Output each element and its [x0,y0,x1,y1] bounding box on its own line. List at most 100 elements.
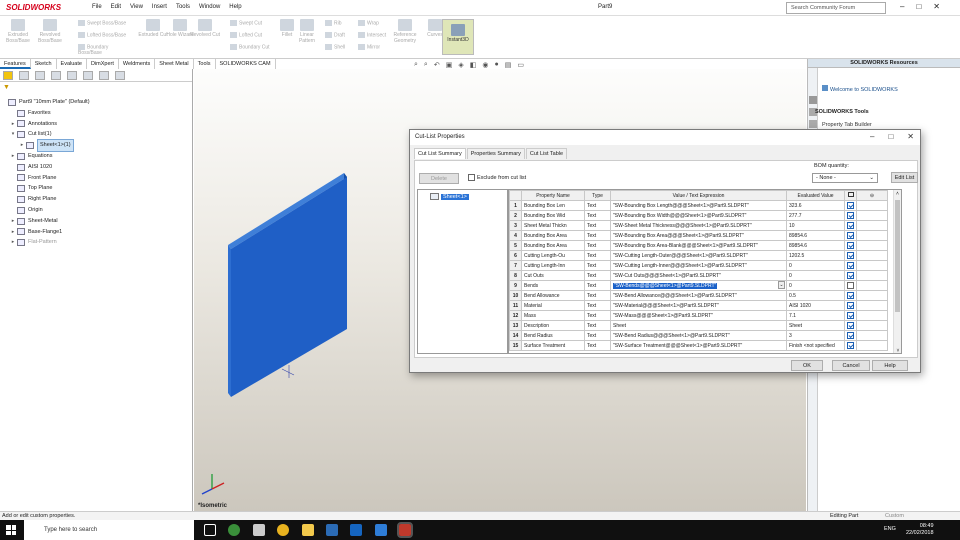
task-view-icon[interactable] [204,524,216,536]
value-cell[interactable]: "SW-Bend Allowance@@@Sheet<1>@Part9.SLDP… [610,290,787,301]
bom-checkbox[interactable] [847,232,854,239]
menu-tools[interactable]: Tools [176,4,190,10]
type-cell[interactable]: Text [584,250,611,261]
view-orientation-icon[interactable]: ◈ [458,61,463,69]
property-name-cell[interactable]: Bounding Box Wid [521,210,585,221]
link-cell[interactable] [856,240,888,251]
edit-list-button[interactable]: Edit List [891,172,918,183]
value-cell[interactable]: "SW-Bounding Box Area-Blank@@@Sheet<1>@P… [610,240,787,251]
property-manager-tab-icon[interactable] [19,71,29,80]
tree-item[interactable]: ▸ Annotations [0,119,192,130]
hide-show-icon[interactable]: ◉ [482,61,488,69]
property-name-cell[interactable]: Surface Treatment [521,340,585,351]
dialog-minimize-button[interactable]: – [870,132,874,141]
calculator-icon[interactable] [253,524,265,536]
bom-quantity-select[interactable]: - None - ⌄ [812,173,878,183]
dialog-maximize-button[interactable]: □ [888,132,893,141]
configuration-tab-icon[interactable] [35,71,45,80]
expand-toggle-icon[interactable]: ▸ [9,119,17,130]
value-cell[interactable]: "SW-Bounding Box Area@@@Sheet<1>@Part9.S… [610,230,787,241]
delete-button[interactable]: Delete [419,173,459,184]
type-cell[interactable]: Text [584,330,611,341]
value-header[interactable]: Value / Text Expression [610,190,787,201]
bom-checkbox[interactable] [847,312,854,319]
property-name-cell[interactable]: Cutting Length-Inn [521,260,585,271]
home-icon[interactable] [809,96,817,104]
previous-view-icon[interactable]: ↶ [434,61,440,69]
display-style-icon[interactable]: ◧ [470,61,477,69]
section-view-icon[interactable]: ▣ [446,61,453,69]
menu-edit[interactable]: Edit [111,4,121,10]
scroll-down-icon[interactable]: ˅ [894,347,901,353]
table-row[interactable]: 6 Cutting Length-Ou Text "SW-Cutting Length… [509,250,888,261]
tree-item[interactable]: Favorites [0,108,192,119]
tree-item[interactable]: Part9 "10mm Plate" (Default) [0,97,192,108]
ribbon-revolved-cut-button[interactable]: Revolved Cut [190,19,220,38]
tree-item[interactable]: ▸ Sheet<1>(1) [0,139,192,152]
scrollbar-thumb[interactable] [895,200,900,312]
appearance-icon[interactable]: ● [494,61,498,69]
bom-checkbox[interactable] [847,282,854,289]
dialog-close-button[interactable]: ✕ [907,132,914,141]
table-row[interactable]: 2 Bounding Box Wid Text "SW-Bounding Box Wi… [509,210,888,221]
tree-item[interactable]: Front Plane [0,173,192,184]
value-cell[interactable]: "SW-Surface Treatment@@@Sheet<1>@Part9.S… [610,340,787,351]
dimxpert-tab-icon[interactable] [51,71,61,80]
view-settings-icon[interactable]: ▭ [517,61,524,69]
ribbon-boundary-boss-base-button[interactable]: Boundary Boss/Base [78,44,128,56]
link-column-header[interactable]: ⊖ [856,190,888,201]
tab-solidworks-cam[interactable]: SOLIDWORKS CAM [216,59,276,69]
property-name-cell[interactable]: Sheet Metal Thickn [521,220,585,231]
link-cell[interactable] [856,320,888,331]
bom-checkbox[interactable] [847,242,854,249]
expand-toggle-icon[interactable]: ▸ [18,140,26,151]
property-name-cell[interactable]: Bounding Box Len [521,200,585,211]
zoom-to-fit-icon[interactable]: ⌕ [414,61,418,69]
property-name-cell[interactable]: Description [521,320,585,331]
cancel-button[interactable]: Cancel [832,360,870,371]
menu-help[interactable]: Help [229,4,241,10]
taskbar-search-input[interactable]: Type here to search [24,520,194,540]
ribbon-boundary-cut-button[interactable]: Boundary Cut [230,44,280,50]
minimize-button[interactable]: – [900,2,904,11]
link-cell[interactable] [856,270,888,281]
cam-tool-tab-icon[interactable] [115,71,125,80]
tree-item[interactable]: ▸ Base-Flange1 [0,227,192,238]
link-cell[interactable] [856,330,888,341]
link-cell[interactable] [856,290,888,301]
link-cell[interactable] [856,220,888,231]
type-cell[interactable]: Text [584,290,611,301]
type-cell[interactable]: Text [584,270,611,281]
bom-column-header[interactable] [844,190,857,201]
bom-checkbox[interactable] [847,302,854,309]
expand-toggle-icon[interactable]: ▸ [9,216,17,227]
table-row[interactable]: 13 Description Text Sheet Sheet [509,320,888,331]
type-header[interactable]: Type [584,190,611,201]
table-row[interactable]: 7 Cutting Length-Inn Text "SW-Cutting Lengt… [509,260,888,271]
link-cell[interactable] [856,340,888,351]
tab-weldments[interactable]: Weldments [119,59,156,69]
property-tab-builder-link[interactable]: Property Tab Builder [822,122,872,128]
property-name-cell[interactable]: Cutting Length-Ou [521,250,585,261]
app-icon-green[interactable] [228,524,240,536]
close-button[interactable]: ✕ [933,2,940,11]
property-name-cell[interactable]: Bend Radius [521,330,585,341]
cut-list-item[interactable]: Sheet<1> [430,193,469,200]
dropbox-icon[interactable] [375,524,387,536]
ribbon-revolved-boss-base-button[interactable]: Revolved Boss/Base [35,19,65,44]
ribbon-reference-geometry-button[interactable]: Reference Geometry [390,19,420,44]
link-cell[interactable] [856,260,888,271]
tree-item[interactable]: Right Plane [0,194,192,205]
type-cell[interactable]: Text [584,320,611,331]
property-name-cell[interactable]: Bounding Box Area [521,230,585,241]
table-row[interactable]: 8 Cut Outs Text "SW-Cut Outs@@@Sheet<1>@Par… [509,270,888,281]
expand-toggle-icon[interactable]: ▸ [9,151,17,162]
table-row[interactable]: 11 Material Text "SW-Material@@@Sheet<1>@Pa… [509,300,888,311]
tree-item[interactable]: ▾ Cut list(1) [0,129,192,140]
table-row[interactable]: 1 Bounding Box Len Text "SW-Bounding Box Le… [509,200,888,211]
ribbon-mirror-button[interactable]: Mirror [358,44,408,50]
search-input[interactable]: Search Community Forum [786,2,886,14]
tree-item[interactable]: ▸ Flat-Pattern [0,237,192,248]
type-cell[interactable]: Text [584,310,611,321]
value-cell[interactable]: "SW-Sheet Metal Thickness@@@Sheet<1>@Par… [610,220,787,231]
